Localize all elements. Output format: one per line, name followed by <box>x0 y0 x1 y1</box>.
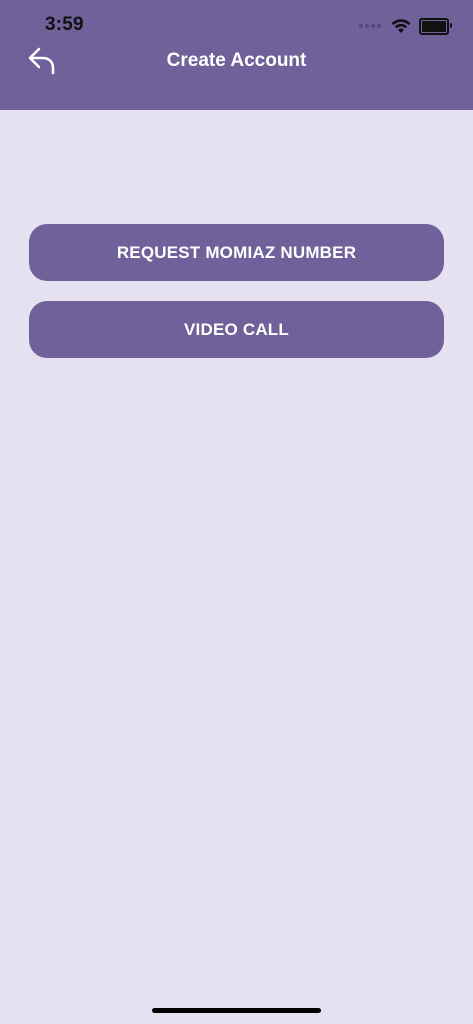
header-bar: 3:59 Create Account <box>0 0 473 110</box>
video-call-button[interactable]: VIDEO CALL <box>29 301 444 358</box>
cellular-signal-icon <box>359 24 381 28</box>
page-title: Create Account <box>166 50 307 71</box>
status-icons <box>359 16 452 36</box>
status-time: 3:59 <box>45 14 84 35</box>
home-indicator[interactable] <box>152 1008 321 1013</box>
battery-icon <box>419 17 452 35</box>
wifi-icon <box>391 19 411 33</box>
request-momiaz-number-button[interactable]: REQUEST MOMIAZ NUMBER <box>29 224 444 281</box>
